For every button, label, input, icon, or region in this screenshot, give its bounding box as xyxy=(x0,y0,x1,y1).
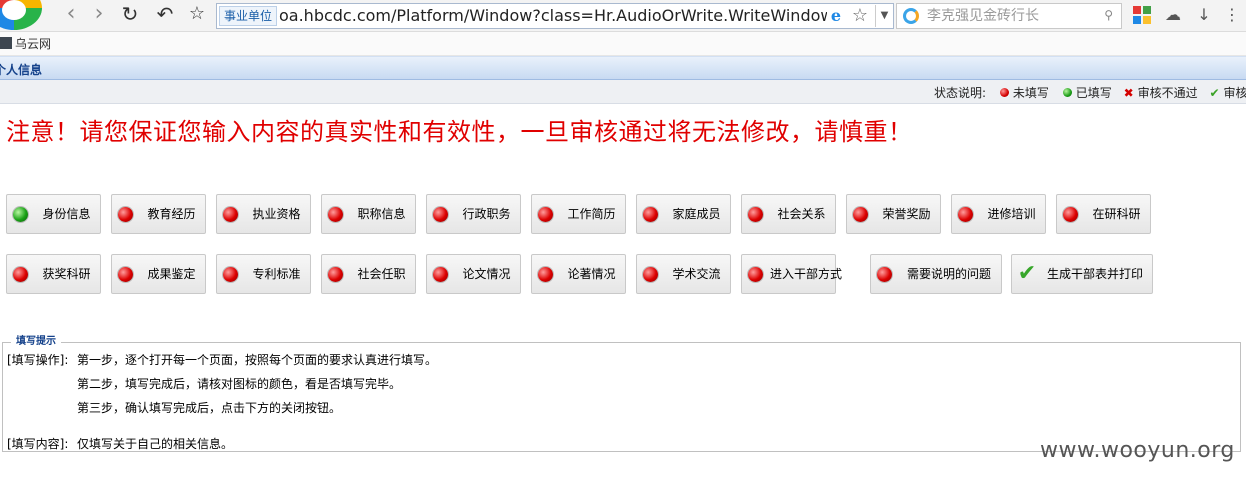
section-button-books[interactable]: 论著情况 xyxy=(531,254,626,294)
warning-notice: 注意！请您保证您输入内容的真实性和有效性，一旦审核通过将无法修改，请慎重！ xyxy=(6,118,913,146)
star-icon[interactable]: ☆ xyxy=(849,5,871,27)
status-red-dot-icon xyxy=(643,207,658,222)
red-dot-icon xyxy=(999,88,1009,97)
address-badge: 事业单位 xyxy=(219,6,278,26)
ie-engine-icon[interactable]: e xyxy=(827,7,845,25)
check-icon: ✔ xyxy=(1209,86,1220,100)
section-button-family[interactable]: 家庭成员 xyxy=(636,194,731,234)
window-titlebar: 个人信息 xyxy=(0,56,1246,80)
section-button-issues[interactable]: 需要说明的问题 xyxy=(870,254,1002,294)
section-button-academic-exchange[interactable]: 学术交流 xyxy=(636,254,731,294)
section-button-work-history[interactable]: 工作简历 xyxy=(531,194,626,234)
section-button-identity[interactable]: 身份信息 xyxy=(6,194,101,234)
section-button-papers[interactable]: 论文情况 xyxy=(426,254,521,294)
section-button-education[interactable]: 教育经历 xyxy=(111,194,206,234)
status-red-dot-icon xyxy=(748,267,763,282)
generate-print-button[interactable]: ✔ 生成干部表并打印 xyxy=(1011,254,1153,294)
status-red-dot-icon xyxy=(853,207,868,222)
section-button-social-relations[interactable]: 社会关系 xyxy=(741,194,836,234)
bookmarks-bar: 乌云网 xyxy=(0,32,1246,56)
search-icon[interactable]: ⚲ xyxy=(1104,8,1113,22)
status-red-dot-icon xyxy=(1063,207,1078,222)
hint-content-label: [填写内容]: xyxy=(7,437,69,451)
hint-content: 仅填写关于自己的相关信息。 xyxy=(77,437,234,451)
search-input[interactable]: 李克强见金砖行长 xyxy=(927,4,1039,28)
section-button-admin-position[interactable]: 行政职务 xyxy=(426,194,521,234)
browser-toolbar: ‹ › ↻ ↶ ☆ 事业单位 oa.hbcdc.com/Platform/Win… xyxy=(0,0,1246,32)
status-green-dot-icon xyxy=(13,207,28,222)
hints-legend: 填写提示 xyxy=(11,336,61,348)
bookmark-star-icon[interactable]: ☆ xyxy=(184,2,210,28)
forward-icon[interactable]: › xyxy=(86,2,112,28)
status-red-dot-icon xyxy=(118,207,133,222)
bookmark-label: 乌云网 xyxy=(15,37,52,51)
status-red-dot-icon xyxy=(223,207,238,222)
section-button-cadre-entry[interactable]: 进入干部方式 xyxy=(741,254,842,294)
section-button-research[interactable]: 在研科研 xyxy=(1056,194,1151,234)
legend-label: 状态说明: xyxy=(934,86,987,100)
status-red-dot-icon xyxy=(118,267,133,282)
hint-step-2: 第二步，填写完成后，请核对图标的颜色，看是否填写完毕。 xyxy=(77,377,402,391)
legend-filled: 已填写 xyxy=(1075,86,1112,100)
chevron-down-icon[interactable]: ▼ xyxy=(875,5,893,27)
undo-icon[interactable]: ↶ xyxy=(152,2,178,28)
legend-approved: 审核通 xyxy=(1223,86,1246,100)
hint-step-1: 第一步，逐个打开每一个页面，按照每个页面的要求认真进行填写。 xyxy=(77,353,438,367)
back-icon[interactable]: ‹ xyxy=(58,2,84,28)
fill-hints-panel: 填写提示 [填写操作]: 第一步，逐个打开每一个页面，按照每个页面的要求认真进行… xyxy=(2,336,1241,452)
status-red-dot-icon xyxy=(328,207,343,222)
check-icon: ✔ xyxy=(1017,261,1037,286)
reload-icon[interactable]: ↻ xyxy=(117,2,143,28)
address-url[interactable]: oa.hbcdc.com/Platform/Window?class=Hr.Au… xyxy=(279,4,827,28)
hint-step-3: 第三步，确认填写完成后，点击下方的关闭按钮。 xyxy=(77,401,342,415)
status-red-dot-icon xyxy=(433,207,448,222)
window-title: 个人信息 xyxy=(0,63,43,77)
section-button-title[interactable]: 职称信息 xyxy=(321,194,416,234)
section-button-appraisal[interactable]: 成果鉴定 xyxy=(111,254,206,294)
green-dot-icon xyxy=(1062,88,1072,97)
status-red-dot-icon xyxy=(328,267,343,282)
status-legend-bar: 状态说明: 未填写 已填写 ✖审核不通过 ✔审核通 xyxy=(0,80,1246,104)
browser-logo-icon xyxy=(0,0,42,30)
status-red-dot-icon xyxy=(13,267,28,282)
bookmark-item[interactable]: 乌云网 xyxy=(0,36,51,52)
section-button-honors[interactable]: 荣誉奖励 xyxy=(846,194,941,234)
x-mark-icon: ✖ xyxy=(1123,86,1134,100)
section-button-training[interactable]: 进修培训 xyxy=(951,194,1046,234)
status-red-dot-icon xyxy=(877,267,892,282)
status-red-dot-icon xyxy=(748,207,763,222)
status-red-dot-icon xyxy=(223,267,238,282)
legend-unfilled: 未填写 xyxy=(1012,86,1049,100)
search-box[interactable]: 李克强见金砖行长 ⚲ xyxy=(896,3,1122,29)
status-red-dot-icon xyxy=(433,267,448,282)
watermark: www.wooyun.org xyxy=(1040,438,1235,463)
download-icon[interactable]: ↓ xyxy=(1194,5,1214,25)
status-legend: 状态说明: 未填写 已填写 ✖审核不通过 ✔审核通 xyxy=(934,84,1246,101)
cloud-icon[interactable]: ☁ xyxy=(1163,5,1183,25)
section-button-social-positions[interactable]: 社会任职 xyxy=(321,254,416,294)
legend-rejected: 审核不通过 xyxy=(1137,86,1198,100)
status-red-dot-icon xyxy=(958,207,973,222)
status-red-dot-icon xyxy=(538,267,553,282)
section-button-qualification[interactable]: 执业资格 xyxy=(216,194,311,234)
address-bar[interactable]: 事业单位 oa.hbcdc.com/Platform/Window?class=… xyxy=(216,3,894,29)
search-engine-icon xyxy=(903,8,919,24)
section-button-award-research[interactable]: 获奖科研 xyxy=(6,254,101,294)
status-red-dot-icon xyxy=(538,207,553,222)
hint-operation-label: [填写操作]: xyxy=(7,353,69,367)
status-red-dot-icon xyxy=(643,267,658,282)
menu-icon[interactable]: ⋮ xyxy=(1222,5,1242,25)
section-button-patents[interactable]: 专利标准 xyxy=(216,254,311,294)
apps-icon[interactable] xyxy=(1132,5,1152,25)
bookmark-favicon-icon xyxy=(0,37,12,49)
